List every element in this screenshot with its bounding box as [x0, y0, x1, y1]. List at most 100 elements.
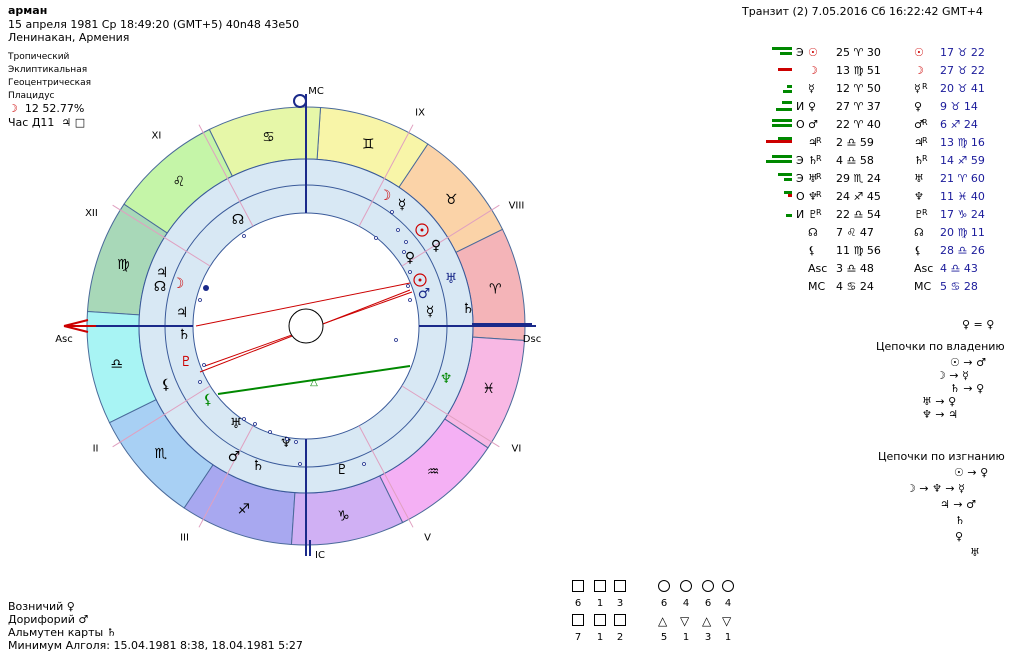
transit-pluto-glyph-icon: ♇ — [336, 462, 349, 478]
planet-position-dot — [404, 240, 408, 244]
quality-count: 1 — [596, 632, 604, 643]
dignity-bars — [766, 155, 792, 167]
angle-label-ic: IC — [315, 550, 325, 561]
transit-position: 9 ♉ 14 — [940, 100, 978, 113]
natal-planet-glyph: MC — [808, 280, 826, 293]
natal-retro-flag: R — [816, 154, 822, 163]
dignity-letter: Э — [796, 172, 804, 185]
transit-retro-flag: R — [922, 154, 928, 163]
natal-position: 7 ♌ 47 — [836, 226, 874, 239]
planet-row: О ♂ 22 ♈ 40 ♂ R 6 ♐ 24 — [760, 116, 1022, 134]
natal-moon-glyph-icon: ☽ — [172, 276, 185, 292]
natal-position: 25 ♈ 30 — [836, 46, 881, 59]
natal-planet-glyph: ☿ — [808, 82, 815, 95]
natal-position: 11 ♍ 56 — [836, 244, 881, 257]
dignity-letter: Э — [796, 46, 804, 59]
dignity-bar — [778, 173, 792, 176]
planet-position-dot — [285, 437, 289, 441]
planet-row: MC 4 ♋ 24 MC 5 ♋ 28 — [760, 278, 1022, 296]
planet-position-dot — [268, 430, 272, 434]
dignity-letter: И — [796, 208, 805, 221]
natal-position: 27 ♈ 37 — [836, 100, 881, 113]
transit-planet-glyph: Asc — [914, 262, 934, 275]
natal-planet-glyph: ⚸ — [808, 244, 817, 257]
almuten: Альмутен карты ♄ — [8, 626, 117, 639]
rulership-chain-item: ♆ → ♃ — [922, 408, 958, 421]
transit-retro-flag: R — [922, 118, 928, 127]
natal-retro-flag: R — [816, 172, 822, 181]
planet-position-dot — [408, 270, 412, 274]
natal-position: 22 ♈ 40 — [836, 118, 881, 131]
transit-planet-glyph: ☽ — [914, 64, 924, 77]
natal-position: 29 ♏ 24 — [836, 172, 881, 185]
dignity-bar — [783, 90, 792, 93]
modality-count: 4 — [724, 598, 732, 609]
angle-label-mc: MC — [308, 86, 324, 97]
birth-place: Ленинакан, Армения — [8, 31, 130, 44]
transit-position: 20 ♍ 11 — [940, 226, 985, 239]
planet-position-dot — [198, 298, 202, 302]
planet-row: ♃ R 2 ♎ 59 ♃ R 13 ♍ 16 — [760, 134, 1022, 152]
planet-position-dot — [198, 380, 202, 384]
modality-box-icon — [614, 580, 626, 592]
natal-retro-flag: R — [816, 136, 822, 145]
house-label: VI — [512, 444, 522, 455]
chart-owner-name: арман — [8, 4, 48, 17]
rulership-chain-item: ♄ → ♀ — [950, 382, 985, 395]
house-label: XI — [151, 131, 161, 142]
transit-planet-glyph: ♅ — [914, 172, 924, 185]
transit-position: 17 ♉ 22 — [940, 46, 985, 59]
transit-position: 17 ♑ 24 — [940, 208, 985, 221]
planet-row: И ♇ R 22 ♎ 54 ♇ R 17 ♑ 24 — [760, 206, 1022, 224]
transit-position: 13 ♍ 16 — [940, 136, 985, 149]
natal-position: 24 ♐ 45 — [836, 190, 881, 203]
exile-chain-item: ♄ — [955, 514, 965, 527]
rulership-chain-item: ♅ → ♀ — [922, 395, 957, 408]
transit-retro-flag: R — [922, 208, 928, 217]
triangle-icon: ▽ — [680, 614, 690, 628]
planet-position-dot — [396, 228, 400, 232]
natal-planet-glyph: ☉ — [808, 46, 818, 59]
planet-row: И ♀ 27 ♈ 37 ♀ 9 ♉ 14 — [760, 98, 1022, 116]
transit-mars-glyph-icon: ♂ — [228, 449, 241, 465]
natal-saturn-glyph-icon: ♄ — [178, 327, 191, 343]
dignity-bars — [766, 227, 792, 239]
sign-glyph-libra: ♎ — [110, 356, 123, 372]
transit-retro-flag: R — [922, 136, 928, 145]
angle-label-asc: Asc — [55, 334, 73, 345]
natal-node-glyph-icon: ☊ — [232, 212, 244, 228]
natal-venus-glyph-icon: ♀ — [405, 250, 415, 266]
dignity-bar — [788, 194, 792, 197]
rulership-chains-title: Цепочки по владению — [876, 340, 1005, 353]
transit-header: Транзит (2) 7.05.2016 Сб 16:22:42 GMT+4 — [742, 5, 983, 18]
transit-planet-glyph: MC — [914, 280, 932, 293]
planet-position-dot — [394, 338, 398, 342]
transit-position: 6 ♐ 24 — [940, 118, 978, 131]
house-label: V — [424, 532, 431, 543]
planet-row: Э ☉ 25 ♈ 30 ☉ 17 ♉ 22 — [760, 44, 1022, 62]
transit-planet-glyph: ☊ — [914, 226, 924, 239]
transit-neptune-glyph-icon: ♆ — [440, 371, 453, 387]
quality-count: 1 — [682, 632, 690, 643]
modality-count: 1 — [596, 598, 604, 609]
natal-retro-flag: R — [816, 190, 822, 199]
exile-chain-item: ☉ → ♀ — [954, 466, 989, 479]
dignity-bar — [772, 124, 792, 127]
sun-glyph-dot — [418, 278, 422, 282]
mc-marker-icon — [293, 94, 307, 108]
exile-chain-item: ☽ → ♆ → ☿ — [906, 482, 965, 495]
house-label: III — [180, 532, 189, 543]
setting-coords: Эклиптикальная — [8, 65, 88, 75]
rulership-chain-item: ☽ → ☿ — [936, 369, 969, 382]
modality-count: 4 — [682, 598, 690, 609]
transit-retro-flag: R — [922, 82, 928, 91]
dignity-bars — [766, 173, 792, 185]
transit-position: 20 ♉ 41 — [940, 82, 985, 95]
sign-glyph-taurus: ♉ — [445, 192, 458, 208]
transit-position: 28 ♎ 26 — [940, 244, 985, 257]
setting-zodiac: Тропический — [8, 52, 70, 62]
transit-planet-glyph: ♆ — [914, 190, 924, 203]
transit-saturn-glyph-icon: ♄ — [252, 458, 265, 474]
planet-position-dot — [374, 236, 378, 240]
sign-glyph-gemini: ♊ — [362, 136, 375, 152]
